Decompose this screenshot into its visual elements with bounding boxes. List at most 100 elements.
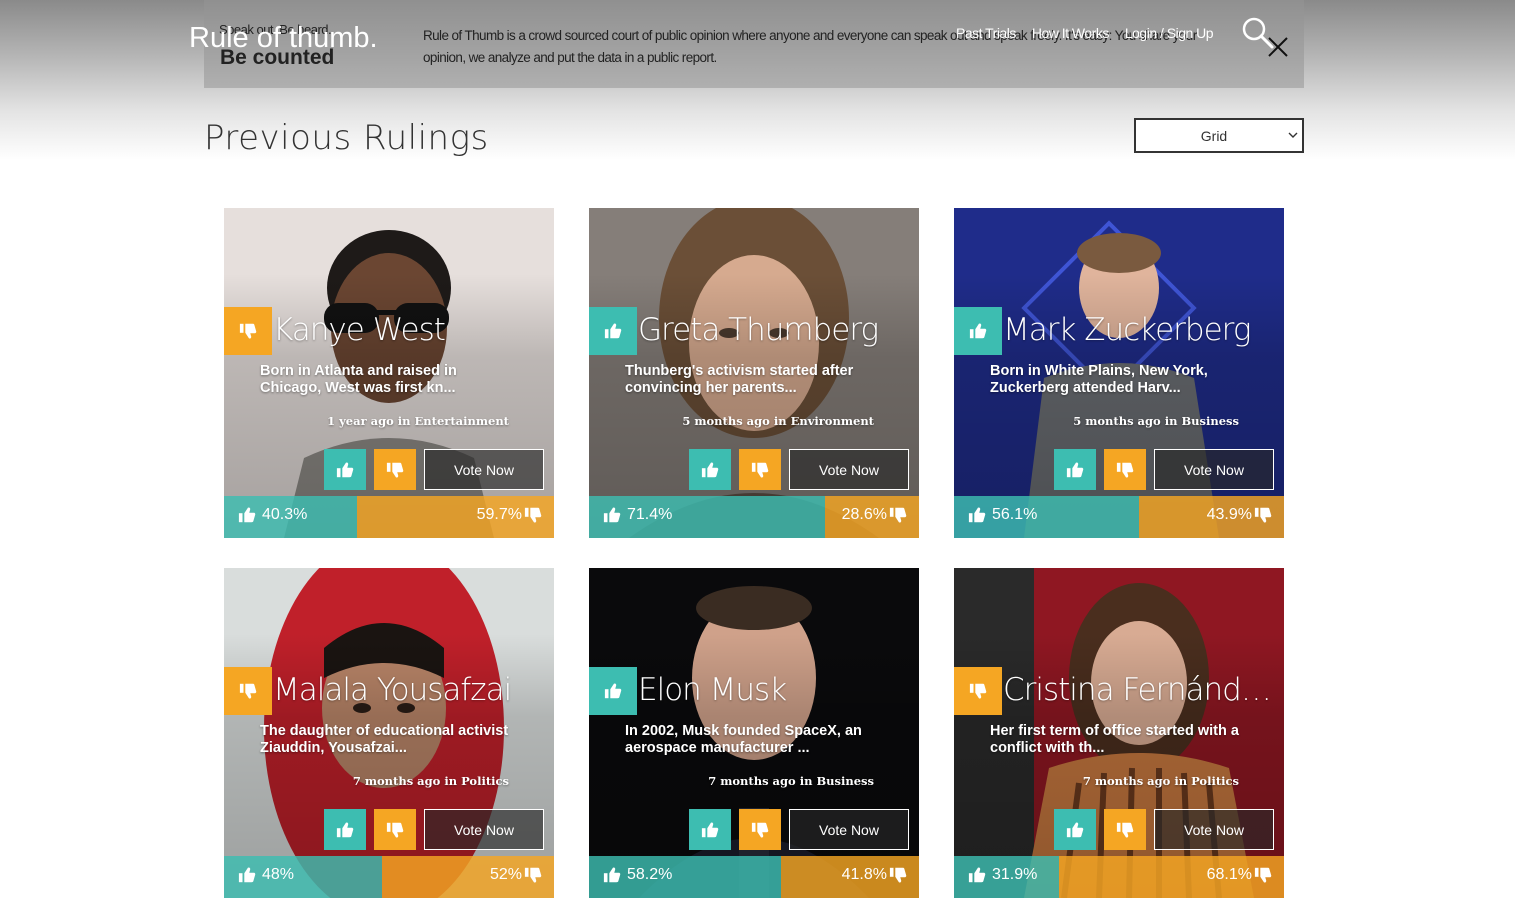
gauge-positive: 48% [238,866,294,884]
gauge-positive: 40.3% [238,506,307,524]
vote-now-button[interactable]: Vote Now [1154,809,1274,850]
gauge-negative: 52% [490,866,542,884]
gauge-negative-value: 68.1% [1206,866,1252,883]
vote-down-button[interactable] [1104,449,1146,490]
verdict-badge [224,307,272,355]
gauge-negative-value: 52% [489,866,522,883]
thumbs-down-icon [751,461,769,479]
gauge-positive-value: 31.9% [992,866,1038,883]
ruling-card[interactable]: Elon Musk In 2002, Musk founded SpaceX, … [589,568,919,898]
thumbs-up-icon [1066,461,1084,479]
thumbs-down-icon [1116,821,1134,839]
vote-up-button[interactable] [689,809,731,850]
thumbs-up-icon [336,821,354,839]
card-description: Born in Atlanta and raised in Chicago, W… [260,363,457,396]
gauge-positive: 71.4% [603,506,672,524]
ruling-card[interactable]: Kanye West Born in Atlanta and raised in… [224,208,554,538]
card-name[interactable]: Mark Zuckerberg [1003,312,1283,348]
thumbs-down-icon [386,461,404,479]
vote-down-button[interactable] [374,449,416,490]
vote-now-button[interactable]: Vote Now [1154,449,1274,490]
verdict-badge [224,667,272,715]
vote-down-button[interactable] [374,809,416,850]
card-description: The daughter of educational activist Zia… [260,723,509,756]
vote-now-button[interactable]: Vote Now [789,449,909,490]
opinion-gauge: 56.1% 43.9% [954,496,1284,538]
verdict-badge [589,667,637,715]
vote-up-button[interactable] [1054,449,1096,490]
thumbs-down-icon [239,322,257,340]
card-meta: 7 months ago in Politics [1082,774,1239,788]
thumbs-down-icon [1116,461,1134,479]
thumbs-up-icon [238,506,256,524]
thumbs-down-icon [386,821,404,839]
thumbs-down-icon [889,506,907,524]
thumbs-up-icon [336,461,354,479]
gauge-negative: 59.7% [477,506,542,524]
gauge-negative: 28.6% [842,506,907,524]
gauge-negative-value: 59.7% [476,506,522,523]
gauge-negative-value: 43.9% [1206,506,1252,523]
gauge-positive-value: 56.1% [992,506,1038,523]
ruling-card[interactable]: Malala Yousafzai The daughter of educati… [224,568,554,898]
gauge-positive-value: 58.2% [627,866,673,883]
vote-down-button[interactable] [739,449,781,490]
vote-up-button[interactable] [689,449,731,490]
card-name[interactable]: Elon Musk [638,672,918,708]
page-title: Previous Rulings [204,118,489,158]
nav-login-signup[interactable]: Login / Sign Up [1125,25,1214,41]
card-description: Her first term of office started with a … [990,723,1239,756]
vote-up-button[interactable] [324,809,366,850]
opinion-gauge: 58.2% 41.8% [589,856,919,898]
vote-down-button[interactable] [739,809,781,850]
thumbs-down-icon [1254,866,1272,884]
chevron-down-icon [1288,132,1298,138]
opinion-gauge: 48% 52% [224,856,554,898]
card-description: Thunberg's activism started after convin… [625,363,854,396]
thumbs-down-icon [524,866,542,884]
gauge-positive-value: 40.3% [262,506,308,523]
thumbs-up-icon [1066,821,1084,839]
gauge-negative-value: 41.8% [841,866,887,883]
vote-now-button[interactable]: Vote Now [424,809,544,850]
opinion-gauge: 40.3% 59.7% [224,496,554,538]
verdict-badge [589,307,637,355]
vote-up-button[interactable] [1054,809,1096,850]
card-description: Born in White Plains, New York, Zuckerbe… [990,363,1208,396]
card-name[interactable]: Greta Thumberg [638,312,918,348]
card-name[interactable]: Malala Yousafzai [273,672,553,708]
thumbs-down-icon [889,866,907,884]
thumbs-up-icon [603,866,621,884]
nav-how-it-works[interactable]: How It Works [1032,25,1109,41]
gauge-negative: 68.1% [1207,866,1272,884]
thumbs-up-icon [604,322,622,340]
thumbs-up-icon [701,461,719,479]
view-mode-value: Grid [1200,128,1228,144]
card-meta: 5 months ago in Business [1073,414,1239,428]
vote-now-button[interactable]: Vote Now [424,449,544,490]
card-name[interactable]: Cristina Fernández de Kirchner [1003,672,1283,708]
nav-past-trials[interactable]: Past Trials [956,25,1016,41]
ruling-card[interactable]: Greta Thumberg Thunberg's activism start… [589,208,919,538]
thumbs-up-icon [604,682,622,700]
main-nav: Past Trials How It Works Login / Sign Up [956,25,1214,41]
vote-down-button[interactable] [1104,809,1146,850]
close-icon[interactable] [1267,36,1289,58]
ruling-card[interactable]: Cristina Fernández de Kirchner Her first… [954,568,1284,898]
verdict-badge [954,667,1002,715]
card-meta: 1 year ago in Entertainment [327,414,509,428]
vote-now-button[interactable]: Vote Now [789,809,909,850]
thumbs-up-icon [968,866,986,884]
ruling-card[interactable]: Mark Zuckerberg Born in White Plains, Ne… [954,208,1284,538]
site-logo[interactable]: Rule of thumb. [189,22,378,55]
vote-up-button[interactable] [324,449,366,490]
card-name[interactable]: Kanye West [273,312,553,348]
thumbs-up-icon [238,866,256,884]
view-mode-select[interactable]: Grid [1134,118,1304,153]
opinion-gauge: 31.9% 68.1% [954,856,1284,898]
card-description: In 2002, Musk founded SpaceX, an aerospa… [625,723,862,756]
gauge-negative-value: 28.6% [841,506,887,523]
thumbs-up-icon [969,322,987,340]
gauge-positive-value: 71.4% [627,506,673,523]
gauge-negative: 43.9% [1207,506,1272,524]
